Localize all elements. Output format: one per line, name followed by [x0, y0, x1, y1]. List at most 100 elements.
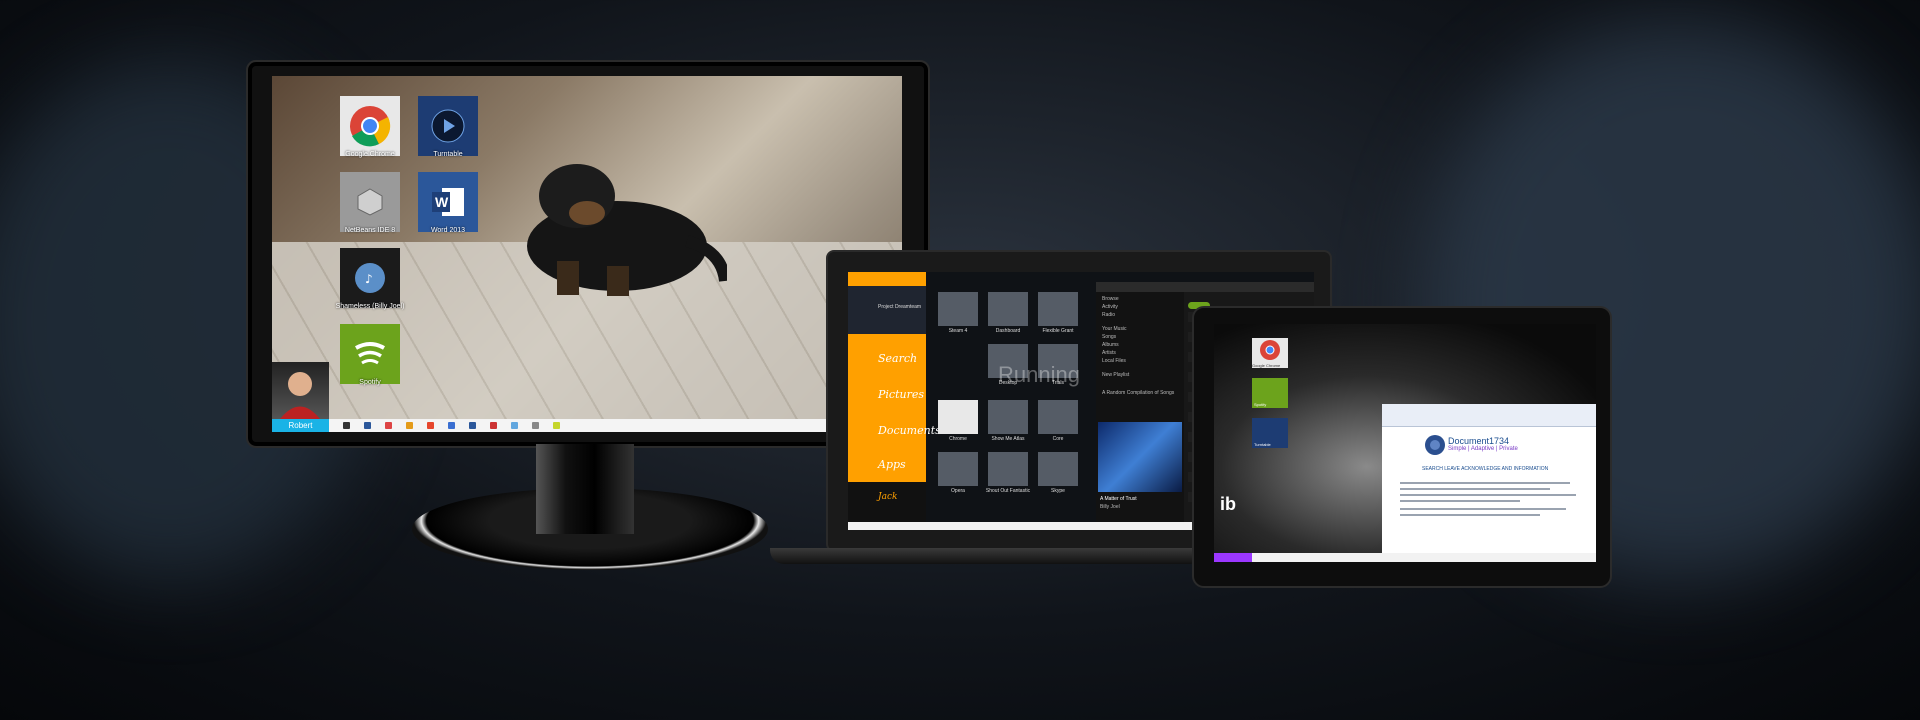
menu-documents[interactable]: Documents [848, 414, 941, 446]
app-tile[interactable] [988, 452, 1028, 486]
taskbar-icon[interactable] [511, 422, 518, 429]
now-playing-title: A Matter of Trust [1100, 496, 1137, 502]
start-menu-panel: Project Dreamteam Search Pictures Docume… [848, 272, 941, 530]
tile-label: Google Chrome [345, 151, 395, 158]
tablet-user-button[interactable] [1214, 553, 1252, 562]
nav-artists[interactable]: Artists [1102, 350, 1116, 356]
document-text-line [1400, 514, 1540, 516]
document-text-line [1400, 494, 1576, 496]
tile-label: Spotify [1254, 402, 1267, 407]
tile-label: Turntable [433, 151, 463, 158]
user-name[interactable]: Robert [272, 419, 329, 432]
album-art [1098, 422, 1182, 492]
app-tile[interactable] [1038, 292, 1078, 326]
tile-turntable[interactable]: Turntable [418, 96, 478, 158]
tile-label: Shameless (Billy Joel) [335, 303, 405, 310]
music-icon: ♪ [355, 263, 385, 293]
nav-new-playlist[interactable]: New Playlist [1102, 372, 1129, 378]
project-title: Project Dreamteam [878, 304, 922, 310]
app-tile[interactable] [1038, 452, 1078, 486]
app-label: Steam 4 [948, 328, 968, 334]
svg-text:W: W [435, 194, 449, 210]
document-text-line [1400, 508, 1566, 510]
taskbar-icon[interactable] [406, 422, 413, 429]
nav-your-music[interactable]: Your Music [1102, 326, 1127, 332]
user-label: Jack [878, 492, 898, 502]
nav-songs[interactable]: Songs [1102, 334, 1116, 340]
word-window: Document1734 Simple | Adaptive | Private… [1382, 404, 1596, 554]
netbeans-icon [357, 188, 383, 216]
taskbar-icon[interactable] [385, 422, 392, 429]
chrome-icon [1260, 340, 1280, 360]
tablet-taskbar [1214, 553, 1596, 562]
app-label: Skype [1051, 488, 1065, 494]
tile-spotify[interactable]: Spotify [340, 324, 400, 386]
word-ribbon[interactable] [1382, 404, 1596, 427]
tile-word[interactable]: W Word 2013 [418, 172, 478, 234]
tile-google-chrome[interactable]: Google Chrome [1252, 338, 1288, 368]
app-label: Shout Out Fantastic [985, 488, 1031, 494]
tile-google-chrome[interactable]: Google Chrome [340, 96, 400, 158]
taskbar-icon[interactable] [448, 422, 455, 429]
menu-apps[interactable]: Apps [848, 448, 926, 480]
spotify-titlebar [1096, 282, 1314, 292]
taskbar-icon[interactable] [469, 422, 476, 429]
taskbar-icon[interactable] [490, 422, 497, 429]
menu-pictures[interactable]: Pictures [848, 378, 926, 410]
avatar[interactable] [272, 362, 329, 419]
nav-activity[interactable]: Activity [1102, 304, 1118, 310]
app-label: Opera [951, 488, 965, 494]
app-tile[interactable] [938, 452, 978, 486]
document-text-line [1400, 500, 1520, 502]
tablet: Google Chrome Spotify Turntable Document… [1192, 306, 1612, 588]
monitor-screen: Google Chrome Turntable NetBeans IDE 8 W… [272, 76, 902, 432]
taskbar: Robert [272, 419, 902, 432]
project-banner: Project Dreamteam [848, 286, 926, 334]
tile-label: Google Chrome [1252, 363, 1281, 368]
taskbar-icon[interactable] [364, 422, 371, 429]
tile-label: Word 2013 [430, 227, 466, 234]
nav-browse[interactable]: Browse [1102, 296, 1119, 302]
app-tile-chrome[interactable] [938, 400, 978, 434]
app-tile[interactable] [1038, 400, 1078, 434]
tile-spotify[interactable]: Spotify [1252, 378, 1288, 408]
taskbar-icon[interactable] [427, 422, 434, 429]
tile-label: Spotify [359, 379, 381, 386]
app-label: Flexible Grant [1042, 328, 1074, 334]
tile-turntable[interactable]: Turntable [1252, 418, 1288, 448]
now-playing-artist: Billy Joel [1100, 504, 1120, 510]
nav-radio[interactable]: Radio [1102, 312, 1115, 318]
app-label: Chrome [949, 436, 967, 442]
wallpaper-dog [527, 164, 727, 296]
playlist-item[interactable]: A Random Compilation of Songs [1102, 390, 1182, 396]
app-label: Show Me Atlas [991, 436, 1025, 442]
laptop-base [770, 548, 1204, 564]
menu-search[interactable]: Search [848, 342, 926, 374]
taskbar-icon[interactable] [343, 422, 350, 429]
word-icon: W [432, 188, 464, 216]
nav-local-files[interactable]: Local Files [1102, 358, 1126, 364]
tablet-screen: Google Chrome Spotify Turntable Document… [1214, 324, 1596, 562]
running-label: Running [998, 362, 1080, 387]
svg-text:♪: ♪ [365, 272, 373, 286]
app-tile[interactable] [988, 400, 1028, 434]
nav-albums[interactable]: Albums [1102, 342, 1119, 348]
taskbar-icon[interactable] [553, 422, 560, 429]
user-tile[interactable]: Jack [848, 482, 926, 522]
taskbar-icon[interactable] [532, 422, 539, 429]
app-label: Dashboard [995, 328, 1021, 334]
app-tile[interactable] [988, 292, 1028, 326]
tile-shameless[interactable]: ♪ Shameless (Billy Joel) [336, 248, 404, 310]
app-label: Core [1052, 436, 1064, 442]
document-logo-icon [1425, 435, 1445, 455]
spotify-icon [355, 342, 385, 365]
tile-netbeans[interactable]: NetBeans IDE 8 [340, 172, 400, 234]
tile-label: Turntable [1254, 442, 1271, 447]
turntable-icon [431, 109, 465, 143]
spotify-sidebar: Browse Activity Radio Your Music Songs A… [1096, 292, 1184, 522]
document-text-line [1400, 488, 1550, 490]
document-text-line [1400, 482, 1570, 484]
app-tile[interactable] [938, 292, 978, 326]
user-photo [280, 372, 320, 419]
document-subtitle: Simple | Adaptive | Private [1448, 446, 1518, 452]
